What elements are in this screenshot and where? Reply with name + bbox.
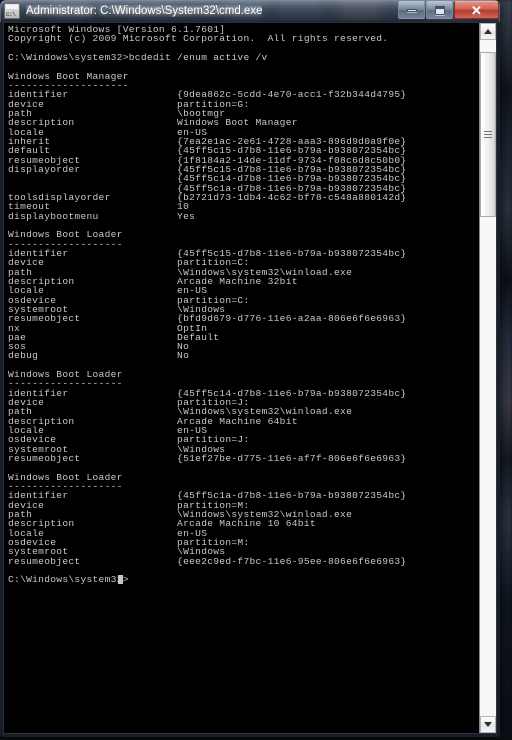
cmd-console-icon (4, 3, 20, 19)
cmd-window: Administrator: C:\Windows\System32\cmd.e… (0, 0, 500, 737)
window-controls: ✕ (397, 1, 499, 19)
titlebar[interactable]: Administrator: C:\Windows\System32\cmd.e… (0, 0, 500, 22)
maximize-button[interactable] (426, 1, 453, 19)
vertical-scrollbar[interactable] (479, 23, 496, 733)
close-button[interactable]: ✕ (454, 1, 499, 19)
text-cursor (117, 575, 123, 585)
grip-icon (484, 131, 492, 138)
scrollbar-track[interactable] (480, 40, 496, 716)
console-output-pane[interactable]: Microsoft Windows [Version 6.1.7601] Cop… (4, 23, 479, 733)
window-title: Administrator: C:\Windows\System32\cmd.e… (26, 5, 263, 17)
scroll-down-button[interactable] (480, 716, 496, 733)
chevron-down-icon (484, 722, 492, 727)
scrollbar-thumb[interactable] (480, 52, 496, 217)
console-text: Microsoft Windows [Version 6.1.7601] Cop… (8, 24, 407, 586)
maximize-icon (434, 5, 445, 15)
minimize-button[interactable] (398, 1, 425, 19)
chevron-up-icon (484, 29, 492, 34)
scroll-up-button[interactable] (480, 23, 496, 40)
close-icon: ✕ (471, 2, 482, 18)
minimize-icon (406, 8, 417, 12)
console-client-area: Microsoft Windows [Version 6.1.7601] Cop… (3, 22, 497, 734)
